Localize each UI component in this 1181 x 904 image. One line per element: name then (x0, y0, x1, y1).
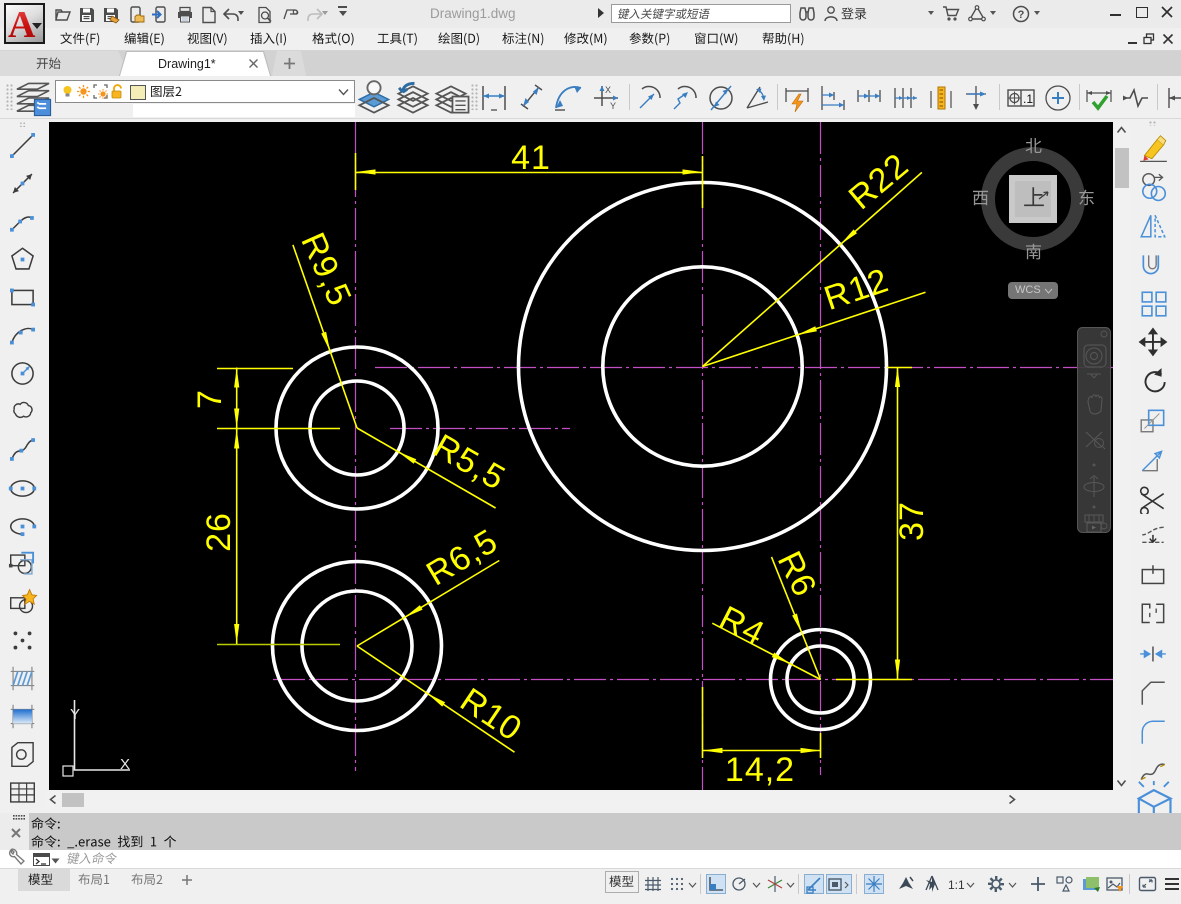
svg-text:?: ? (1018, 9, 1025, 21)
svg-text:41: 41 (511, 139, 551, 177)
svg-text:X: X (605, 85, 611, 95)
svg-text:.1: .1 (1023, 92, 1033, 106)
svg-text:7: 7 (191, 389, 229, 409)
svg-text:14,2: 14,2 (725, 751, 795, 789)
svg-text:X: X (120, 756, 130, 773)
svg-text:26: 26 (200, 512, 238, 552)
svg-text:Y: Y (70, 706, 80, 723)
svg-text:Y: Y (610, 101, 616, 111)
svg-text:37: 37 (893, 501, 931, 541)
svg-text:A: A (8, 5, 36, 42)
